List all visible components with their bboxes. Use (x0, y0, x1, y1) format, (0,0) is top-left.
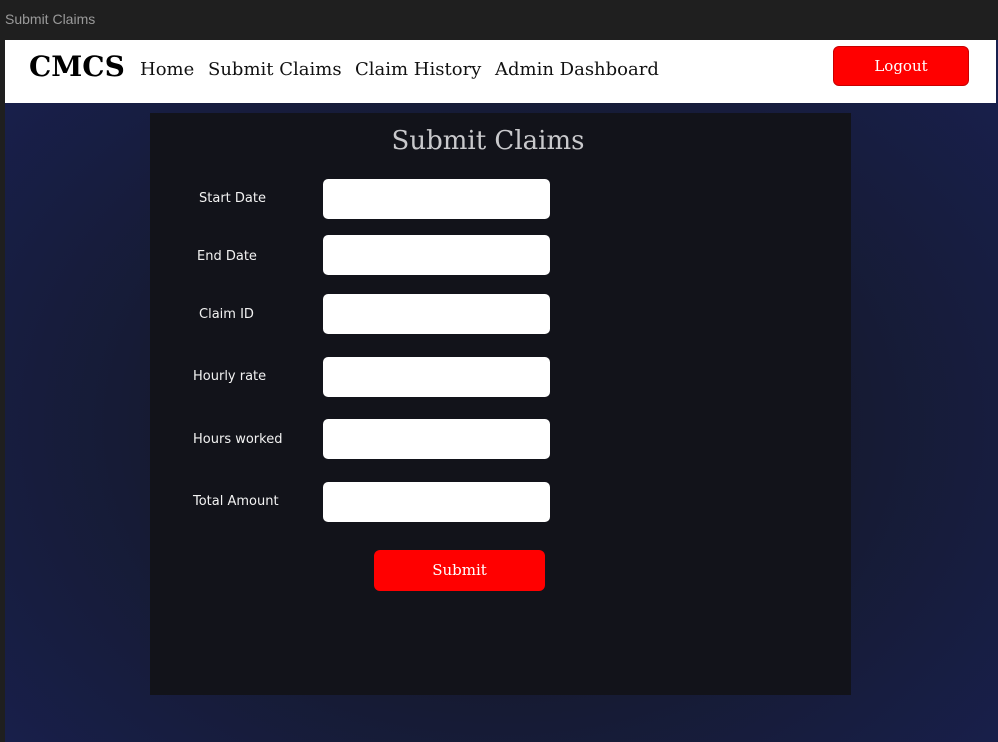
total-amount-input[interactable] (323, 482, 550, 522)
brand-logo[interactable]: CMCS (29, 50, 125, 83)
nav-link-submit-claims[interactable]: Submit Claims (208, 59, 342, 80)
logout-button[interactable]: Logout (833, 46, 969, 86)
form-title: Submit Claims (391, 126, 585, 156)
nav-link-claim-history[interactable]: Claim History (355, 59, 481, 80)
hourly-rate-label: Hourly rate (193, 369, 267, 384)
start-date-input[interactable] (323, 179, 550, 219)
page-area: CMCS Home Submit Claims Claim History Ad… (5, 40, 998, 742)
hours-worked-label: Hours worked (193, 432, 283, 447)
hours-worked-input[interactable] (323, 419, 550, 459)
start-date-label: Start Date (199, 191, 266, 206)
hourly-rate-input[interactable] (323, 357, 550, 397)
end-date-label: End Date (197, 249, 257, 264)
window-title: Submit Claims (5, 11, 96, 27)
claim-form-panel: Submit Claims Start Date End Date Claim … (150, 113, 851, 695)
navbar: CMCS Home Submit Claims Claim History Ad… (5, 40, 996, 103)
window-titlebar: Submit Claims (0, 0, 998, 40)
end-date-input[interactable] (323, 235, 550, 275)
total-amount-label: Total Amount (193, 494, 279, 509)
nav-link-home[interactable]: Home (140, 59, 194, 80)
nav-link-admin-dashboard[interactable]: Admin Dashboard (495, 59, 659, 80)
claim-id-label: Claim ID (199, 307, 254, 322)
submit-button[interactable]: Submit (374, 550, 545, 591)
claim-id-input[interactable] (323, 294, 550, 334)
